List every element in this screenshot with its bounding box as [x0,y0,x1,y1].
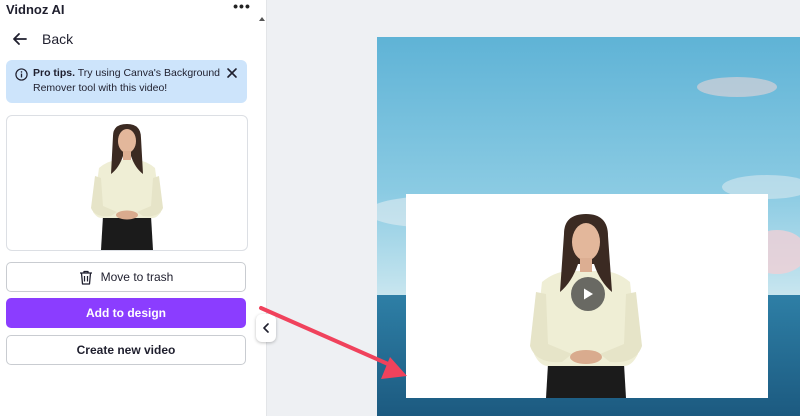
video-thumbnail[interactable] [6,115,248,251]
chevron-left-icon [263,323,269,333]
pro-tip-bold: Pro tips. [33,67,76,79]
create-new-video-button[interactable]: Create new video [6,335,246,365]
scroll-up-icon[interactable] [259,15,265,23]
add-to-design-label: Add to design [86,306,166,320]
collapse-panel-handle[interactable] [256,314,276,342]
play-button[interactable] [571,277,605,311]
play-icon [584,288,593,300]
pro-tip-text: Pro tips. Try using Canva's Background R… [33,66,223,96]
back-button[interactable]: Back [10,28,73,50]
move-to-trash-button[interactable]: Move to trash [6,262,246,292]
arrow-left-icon [13,33,27,45]
sidebar-panel: Vidnoz AI ••• Back Pro tips. Try using C… [0,0,267,416]
pro-tip-banner: Pro tips. Try using Canva's Background R… [6,60,247,103]
app-title: Vidnoz AI [6,2,65,17]
presenter-thumbnail-image [91,124,163,250]
create-new-video-label: Create new video [76,343,176,357]
more-options-button[interactable]: ••• [232,0,252,15]
add-to-design-button[interactable]: Add to design [6,298,246,328]
trash-icon [79,270,92,285]
info-icon [15,68,28,81]
back-label: Back [42,31,74,47]
close-icon[interactable] [226,67,238,79]
move-to-trash-label: Move to trash [100,270,174,284]
